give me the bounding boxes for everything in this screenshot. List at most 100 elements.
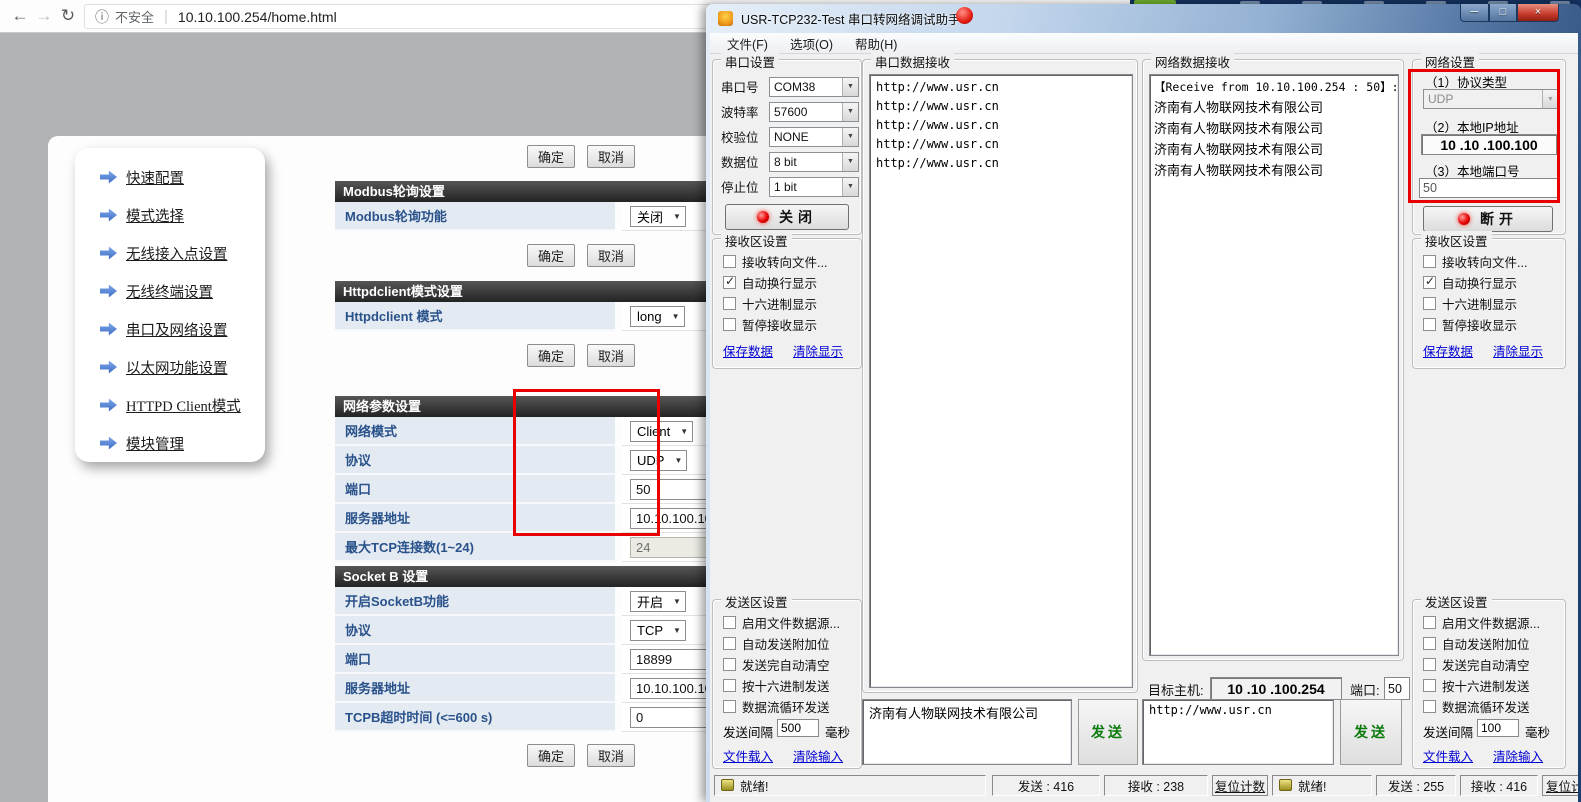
select-value: NONE <box>770 130 842 144</box>
checkbox-icon <box>1423 679 1436 692</box>
httpd-mode-select[interactable]: long ▼ <box>630 306 685 327</box>
serial-send-input[interactable]: 济南有人物联网技术有限公司 <box>862 699 1072 765</box>
checkbox-icon <box>1423 255 1436 268</box>
save-data-link[interactable]: 保存数据 <box>1423 341 1473 360</box>
reload-icon[interactable]: ↻ <box>56 4 80 28</box>
clear-input-link[interactable]: 清除输入 <box>793 746 843 765</box>
chevron-down-icon: ▼ <box>842 103 858 121</box>
forward-icon[interactable]: → <box>32 4 56 28</box>
sidebar-item-serial-network[interactable]: 串口及网络设置 <box>100 316 228 342</box>
hex-display-checkbox[interactable]: 十六进制显示 <box>1423 294 1517 312</box>
group-title: 发送区设置 <box>721 592 792 611</box>
sidebar-item-label: 无线接入点设置 <box>126 243 228 264</box>
file-data-source-checkbox[interactable]: 启用文件数据源... <box>1423 613 1540 631</box>
modbus-function-select[interactable]: 关闭 ▼ <box>630 206 686 227</box>
file-load-link[interactable]: 文件载入 <box>1423 746 1473 765</box>
recv-to-file-checkbox[interactable]: 接收转向文件... <box>723 252 827 270</box>
reset-count-button[interactable]: 复位计数 <box>1212 775 1268 796</box>
cancel-button[interactable]: 取消 <box>587 344 635 367</box>
clear-display-link[interactable]: 清除显示 <box>1493 341 1543 360</box>
auto-append-checkbox[interactable]: 自动发送附加位 <box>1423 634 1530 652</box>
recv-line: http://www.usr.cn <box>876 154 1126 173</box>
app-client-area: 文件(F) 选项(O) 帮助(H) 串口设置 串口号 COM38 ▼ 波特率 <box>710 33 1578 802</box>
checkbox-label: 按十六进制发送 <box>742 676 830 695</box>
back-icon[interactable]: ← <box>8 4 32 28</box>
net-send-input[interactable]: http://www.usr.cn <box>1142 699 1334 765</box>
recv-line: 济南有人物联网技术有限公司 <box>1154 160 1394 181</box>
menu-bar: 文件(F) 选项(O) 帮助(H) <box>710 33 1578 54</box>
ok-button[interactable]: 确定 <box>527 244 575 267</box>
com-port-select[interactable]: COM38 ▼ <box>769 77 859 97</box>
sidebar-item-sta-settings[interactable]: 无线终端设置 <box>100 278 213 304</box>
auto-wrap-checkbox[interactable]: 自动换行显示 <box>1423 273 1517 291</box>
stop-bits-select[interactable]: 1 bit ▼ <box>769 177 859 197</box>
file-data-source-checkbox[interactable]: 启用文件数据源... <box>723 613 840 631</box>
auto-wrap-checkbox[interactable]: 自动换行显示 <box>723 273 817 291</box>
checkbox-icon <box>723 297 736 310</box>
ok-button[interactable]: 确定 <box>527 145 575 168</box>
menu-options[interactable]: 选项(O) <box>779 33 844 55</box>
send-interval-input[interactable] <box>1477 719 1519 737</box>
socketb-protocol-select[interactable]: TCP ▼ <box>630 620 686 641</box>
checkbox-icon <box>723 700 736 713</box>
disconnect-button[interactable]: 断开 <box>1423 206 1553 232</box>
checkbox-icon <box>1423 318 1436 331</box>
auto-append-checkbox[interactable]: 自动发送附加位 <box>723 634 830 652</box>
sidebar-item-quick-config[interactable]: 快速配置 <box>100 164 184 190</box>
auto-clear-checkbox[interactable]: 发送完自动清空 <box>1423 655 1530 673</box>
pause-recv-checkbox[interactable]: 暂停接收显示 <box>723 315 817 333</box>
pause-recv-checkbox[interactable]: 暂停接收显示 <box>1423 315 1517 333</box>
auto-clear-checkbox[interactable]: 发送完自动清空 <box>723 655 830 673</box>
checkbox-icon <box>723 276 736 289</box>
send-interval-input[interactable] <box>777 719 819 737</box>
net-recv-textarea[interactable]: 【Receive from 10.10.100.254 : 50】: 济南有人物… <box>1149 74 1399 656</box>
loop-send-checkbox[interactable]: 数据流循环发送 <box>723 697 830 715</box>
clear-display-link[interactable]: 清除显示 <box>793 341 843 360</box>
target-host-field[interactable]: 10 .10 .100.254 <box>1210 677 1342 700</box>
data-bits-select[interactable]: 8 bit ▼ <box>769 152 859 172</box>
reset-count-button[interactable]: 复位计数 <box>1542 775 1578 796</box>
group-title: 接收区设置 <box>1421 231 1492 250</box>
parity-select[interactable]: NONE ▼ <box>769 127 859 147</box>
file-load-link[interactable]: 文件载入 <box>723 746 773 765</box>
hex-display-checkbox[interactable]: 十六进制显示 <box>723 294 817 312</box>
serial-close-button[interactable]: 关闭 <box>725 204 849 230</box>
sidebar-item-mode-select[interactable]: 模式选择 <box>100 202 184 228</box>
title-bar[interactable]: USR-TCP232-Test 串口转网络调试助手 <box>706 4 1581 33</box>
checkbox-label: 数据流循环发送 <box>742 697 830 716</box>
checkbox-label: 十六进制显示 <box>1442 294 1517 313</box>
close-button[interactable]: × <box>1517 4 1559 22</box>
serial-send-button[interactable]: 发送 <box>1078 699 1138 765</box>
hex-send-checkbox[interactable]: 按十六进制发送 <box>723 676 830 694</box>
ok-button[interactable]: 确定 <box>527 744 575 767</box>
clear-input-link[interactable]: 清除输入 <box>1493 746 1543 765</box>
cancel-button[interactable]: 取消 <box>587 145 635 168</box>
sidebar-item-ethernet[interactable]: 以太网功能设置 <box>100 354 228 380</box>
recording-indicator <box>956 7 973 24</box>
highlight-box-net-settings <box>1408 69 1560 203</box>
loop-send-checkbox[interactable]: 数据流循环发送 <box>1423 697 1530 715</box>
sidebar-item-httpd-client[interactable]: HTTPD Client模式 <box>100 392 241 418</box>
checkbox-label: 接收转向文件... <box>1442 252 1527 271</box>
status-ready: 就绪! <box>1272 775 1372 796</box>
target-port-input[interactable] <box>1384 677 1410 700</box>
cancel-button[interactable]: 取消 <box>587 244 635 267</box>
hex-send-checkbox[interactable]: 按十六进制发送 <box>1423 676 1530 694</box>
socketb-enable-select[interactable]: 开启 ▼ <box>630 591 686 612</box>
maximize-button[interactable]: □ <box>1489 4 1517 22</box>
ok-button[interactable]: 确定 <box>527 344 575 367</box>
sidebar-item-ap-settings[interactable]: 无线接入点设置 <box>100 240 228 266</box>
send-settings-left-group: 发送区设置 启用文件数据源... 自动发送附加位 发送完自动清空 按十六进制发送 <box>712 599 862 769</box>
info-icon[interactable]: ⓘ <box>95 7 109 27</box>
net-send-button[interactable]: 发送 <box>1340 699 1402 765</box>
net-recv-group: 网络数据接收 【Receive from 10.10.100.254 : 50】… <box>1142 59 1404 661</box>
save-data-link[interactable]: 保存数据 <box>723 341 773 360</box>
status-ready: 就绪! <box>714 775 986 796</box>
baud-rate-select[interactable]: 57600 ▼ <box>769 102 859 122</box>
sidebar-item-module-manage[interactable]: 模块管理 <box>100 430 184 456</box>
recv-to-file-checkbox[interactable]: 接收转向文件... <box>1423 252 1527 270</box>
minimize-button[interactable]: ─ <box>1460 4 1489 22</box>
window-controls: ─ □ × <box>1460 4 1559 22</box>
cancel-button[interactable]: 取消 <box>587 744 635 767</box>
serial-recv-textarea[interactable]: http://www.usr.cn http://www.usr.cn http… <box>869 74 1133 688</box>
